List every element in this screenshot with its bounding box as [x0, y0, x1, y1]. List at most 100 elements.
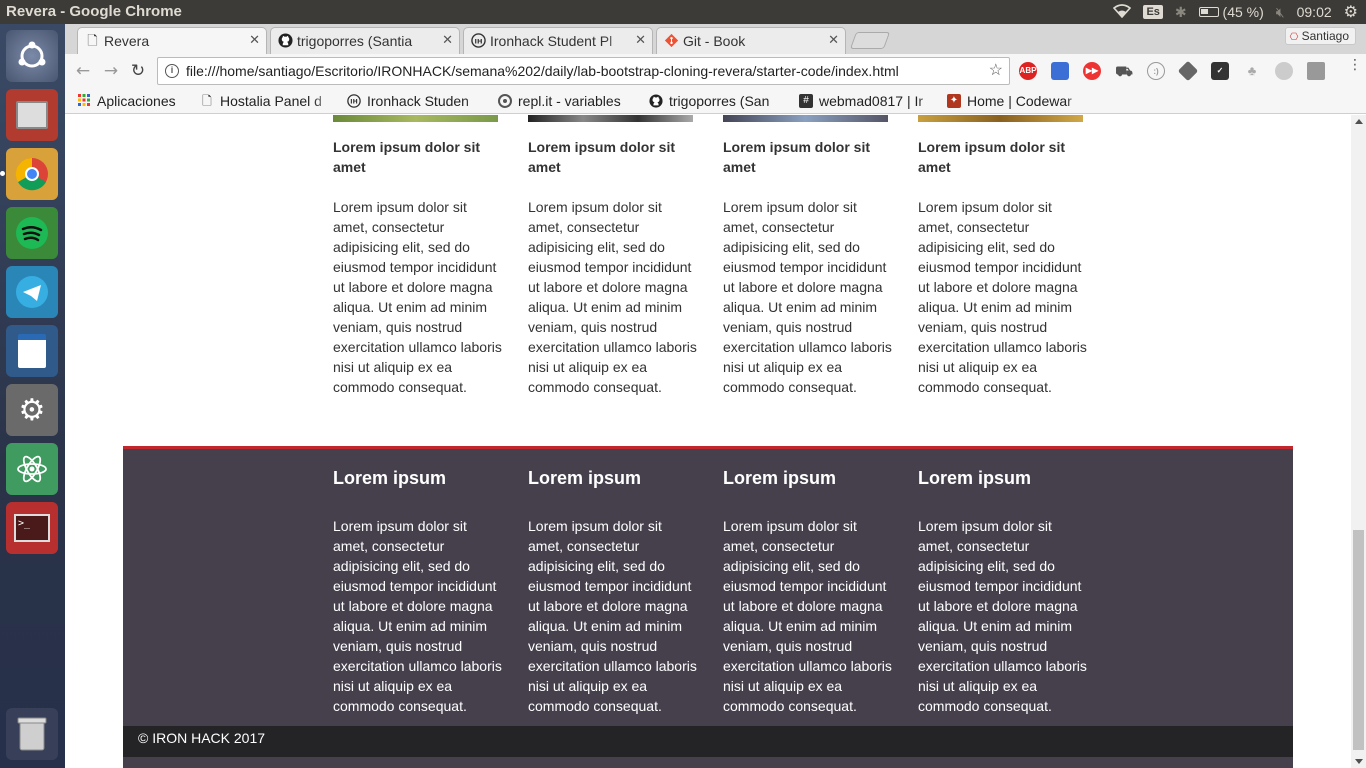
content-column: Lorem ipsum dolor sit amet Lorem ipsum d… — [333, 115, 503, 397]
back-arrow-icon[interactable]: ← — [73, 61, 93, 81]
kebab-menu-icon[interactable]: ⋮ — [1348, 58, 1362, 72]
profile-button[interactable]: ⎔ Santiago — [1284, 27, 1356, 45]
footer-heading: Lorem ipsum — [918, 468, 1032, 488]
chrome-icon[interactable] — [6, 148, 58, 200]
copyright-bar: © IRON HACK 2017 — [123, 726, 1293, 757]
close-icon[interactable]: ✕ — [249, 32, 260, 48]
page-icon: 🗋 — [202, 94, 212, 108]
content-column: Lorem ipsum dolor sit amet Lorem ipsum d… — [918, 115, 1088, 397]
ironhack-icon: IH — [471, 33, 486, 48]
footer-text: Lorem ipsum dolor sit amet, consectetur … — [918, 518, 1087, 714]
libreoffice-writer-icon[interactable] — [6, 325, 58, 377]
bookmark-item[interactable]: repl.it - variables — [496, 91, 641, 111]
tab-git-book[interactable]: Git - Book ✕ — [656, 27, 846, 54]
pocket-icon[interactable]: ✓ — [1211, 62, 1229, 80]
tab-label: Revera — [104, 33, 150, 49]
footer-text: Lorem ipsum dolor sit amet, consectetur … — [333, 518, 502, 714]
column-text: Lorem ipsum dolor sit amet, consectetur … — [528, 199, 697, 395]
tab-label: trigoporres (Santia — [297, 33, 413, 49]
bookmark-item[interactable]: 🗋 Hostalia Panel d — [198, 91, 333, 111]
close-icon[interactable]: ✕ — [635, 32, 646, 48]
bluetooth-icon[interactable]: ✱ — [1175, 4, 1187, 21]
footer-heading: Lorem ipsum — [528, 468, 642, 488]
tab-github[interactable]: trigoporres (Santia ✕ — [270, 27, 460, 54]
tab-label: Ironhack Student Pl — [490, 33, 613, 49]
tab-revera[interactable]: 🗋 Revera ✕ — [77, 27, 267, 54]
bookmark-item[interactable]: IH Ironhack Studen — [345, 91, 485, 111]
bookmark-item[interactable]: ✦ Home | Codewar — [945, 91, 1085, 111]
bookmark-item[interactable]: trigoporres (San — [647, 91, 787, 111]
telegram-icon[interactable] — [6, 266, 58, 318]
trash-icon[interactable] — [6, 708, 58, 760]
clock[interactable]: 09:02 — [1297, 4, 1332, 20]
reload-icon[interactable]: ↻ — [128, 61, 148, 81]
spotify-icon[interactable] — [6, 207, 58, 259]
system-settings-icon[interactable]: ⚙ — [6, 384, 58, 436]
ubuntu-dash-icon[interactable] — [6, 30, 58, 82]
extension-moon-icon[interactable] — [1275, 62, 1293, 80]
extension-box-icon[interactable] — [1307, 62, 1325, 80]
column-text: Lorem ipsum dolor sit amet, consectetur … — [723, 199, 892, 395]
keyboard-layout-indicator[interactable]: Es — [1143, 5, 1163, 19]
codewars-icon: ✦ — [947, 94, 961, 108]
footer-heading: Lorem ipsum — [333, 468, 447, 488]
window-title: Revera - Google Chrome — [6, 3, 182, 20]
column-title: Lorem ipsum dolor sit amet — [333, 139, 481, 175]
extension-tree-icon[interactable]: ♣ — [1243, 62, 1261, 80]
content-column: Lorem ipsum dolor sit amet Lorem ipsum d… — [723, 115, 893, 397]
ironhack-icon: IH — [347, 94, 361, 108]
volume-muted-icon[interactable]: 🔇︎ — [1276, 4, 1285, 21]
new-tab-button[interactable] — [849, 32, 891, 49]
column-image — [918, 115, 1083, 122]
bookmarks-bar: Aplicaciones 🗋 Hostalia Panel d IH Ironh… — [65, 88, 1366, 114]
extension-window-icon[interactable] — [1051, 62, 1069, 80]
extension-car-icon[interactable]: ⛟ — [1115, 62, 1133, 80]
scrollbar-thumb[interactable] — [1353, 530, 1364, 750]
bookmark-item[interactable]: # webmad0817 | Ir — [797, 91, 937, 111]
github-icon — [649, 94, 663, 108]
close-icon[interactable]: ✕ — [828, 32, 839, 48]
footer-column: Lorem ipsum Lorem ipsum dolor sit amet, … — [723, 466, 893, 716]
info-icon[interactable]: i — [165, 64, 179, 78]
git-icon — [664, 33, 679, 48]
running-indicator — [0, 171, 5, 176]
close-icon[interactable]: ✕ — [442, 32, 453, 48]
content-column: Lorem ipsum dolor sit amet Lorem ipsum d… — [528, 115, 698, 397]
extension-play-icon[interactable]: ▶▶ — [1083, 62, 1101, 80]
files-icon[interactable] — [6, 89, 58, 141]
bookmark-item[interactable]: Aplicaciones — [75, 91, 195, 111]
footer-text: Lorem ipsum dolor sit amet, consectetur … — [723, 518, 892, 714]
bookmark-star-icon[interactable]: ☆ — [989, 58, 1003, 84]
url-text: file:///home/santiago/Escritorio/IRONHAC… — [186, 63, 899, 79]
footer-column: Lorem ipsum Lorem ipsum dolor sit amet, … — [333, 466, 503, 716]
atom-icon[interactable] — [6, 443, 58, 495]
page-scrollbar[interactable] — [1351, 115, 1366, 768]
terminal-icon[interactable]: >_ — [6, 502, 58, 554]
gear-icon[interactable]: ⚙ — [1344, 2, 1358, 22]
extension-layers-icon[interactable] — [1177, 60, 1199, 82]
battery-level: (45 %) — [1222, 4, 1264, 20]
profile-icon: ⎔ — [1289, 32, 1299, 43]
forward-arrow-icon[interactable]: → — [101, 61, 121, 81]
bookmark-label: Home | Codewar — [967, 93, 1072, 109]
scroll-down-arrow-icon[interactable] — [1355, 759, 1363, 764]
extension-circle-icon[interactable]: :) — [1147, 62, 1165, 80]
bookmark-label: trigoporres (San — [669, 93, 770, 109]
address-bar[interactable]: i file:///home/santiago/Escritorio/IRONH… — [157, 57, 1010, 85]
svg-text:IH: IH — [475, 37, 483, 45]
column-image — [528, 115, 693, 122]
column-image — [333, 115, 498, 122]
apps-grid-icon — [77, 94, 91, 108]
browser-toolbar: ← → ↻ i file:///home/santiago/Escritorio… — [65, 54, 1366, 88]
column-image — [723, 115, 888, 122]
battery-indicator[interactable]: (45 %) — [1198, 4, 1264, 20]
tab-ironhack[interactable]: IH Ironhack Student Pl ✕ — [463, 27, 653, 54]
replit-icon — [498, 94, 512, 108]
page-footer: Lorem ipsum Lorem ipsum dolor sit amet, … — [123, 446, 1293, 768]
adblock-plus-icon[interactable]: ABP — [1019, 62, 1037, 80]
wifi-icon[interactable] — [1113, 3, 1132, 21]
scroll-up-arrow-icon[interactable] — [1355, 119, 1363, 124]
app-launcher: ⚙ >_ — [0, 24, 65, 768]
tab-strip: 🗋 Revera ✕ trigoporres (Santia ✕ IH Iron… — [65, 24, 1366, 54]
bookmark-label: webmad0817 | Ir — [819, 93, 924, 109]
